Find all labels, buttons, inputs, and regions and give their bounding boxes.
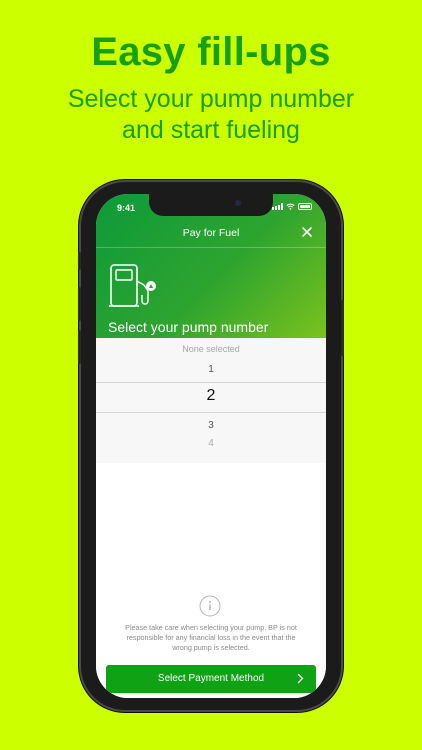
picker-selection-top-line (96, 382, 326, 383)
pump-disclaimer: Please take care when selecting your pum… (125, 623, 297, 652)
marketing-subline: Select your pump number and start fuelin… (0, 84, 422, 146)
close-icon[interactable] (300, 225, 314, 239)
picker-option-3[interactable]: 3 (96, 420, 326, 431)
chevron-right-icon (297, 673, 304, 684)
picker-option-2-selected[interactable]: 2 (96, 387, 326, 405)
marketing-headline: Easy fill-ups (91, 30, 331, 74)
picker-option-1[interactable]: 1 (96, 364, 326, 375)
info-icon (199, 595, 221, 617)
picker-placeholder[interactable]: None selected (96, 344, 326, 354)
picker-selection-bottom-line (96, 412, 326, 413)
battery-icon (298, 203, 312, 210)
marketing-subline-line-1: Select your pump number (67, 85, 355, 113)
phone-frame: 9:41 Pay for Fuel Select your pump numbe… (78, 182, 344, 710)
status-time: 9:41 (117, 203, 136, 213)
fuel-pump-icon (109, 264, 156, 307)
select-payment-method-button[interactable]: Select Payment Method (106, 665, 316, 693)
phone-screen: 9:41 Pay for Fuel Select your pump numbe… (96, 194, 326, 698)
phone-mute-switch (78, 252, 81, 270)
phone-volume-up (78, 287, 81, 321)
nav-title: Pay for Fuel (182, 227, 240, 239)
picker-option-4[interactable]: 4 (96, 438, 326, 449)
notch (149, 194, 273, 216)
select-payment-method-label: Select Payment Method (157, 673, 265, 684)
phone-volume-down (78, 330, 81, 364)
wifi-icon (286, 203, 295, 210)
status-icons (272, 203, 312, 210)
header-title: Select your pump number (108, 319, 269, 335)
nav-separator (96, 247, 326, 248)
signal-icon (272, 203, 283, 210)
pump-picker[interactable]: None selected 1 2 3 4 (96, 338, 326, 463)
lower-panel: Please take care when selecting your pum… (96, 463, 326, 698)
phone-power-button (341, 300, 344, 356)
camera-icon (235, 200, 241, 206)
marketing-subline-line-2: and start fueling (122, 116, 300, 144)
